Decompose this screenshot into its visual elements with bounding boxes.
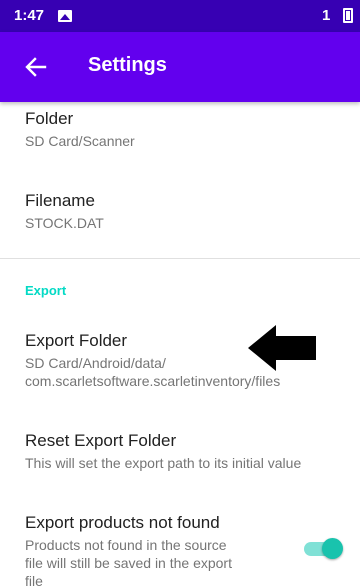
arrow-back-icon (25, 57, 47, 77)
pointer-arrow-icon (248, 325, 316, 371)
pref-export-folder-summary-line2: com.scarletsoftware.scarletinventory/fil… (25, 373, 281, 389)
pref-folder-summary: SD Card/Scanner (25, 133, 135, 149)
image-notification-icon (58, 10, 72, 22)
export-not-found-toggle[interactable] (304, 537, 344, 561)
status-bar: 1:47 1 (0, 0, 360, 32)
battery-icon (343, 8, 353, 23)
pref-reset-export-folder[interactable]: Reset Export Folder This will set the ex… (25, 430, 340, 472)
settings-list[interactable]: Folder SD Card/Scanner Filename STOCK.DA… (0, 102, 360, 587)
pref-filename-title: Filename (25, 191, 95, 210)
app-bar: Settings (0, 32, 360, 102)
pref-export-not-found-summary-line2: file will still be saved in the export (25, 555, 232, 571)
pref-folder[interactable]: Folder SD Card/Scanner (25, 108, 340, 150)
pref-filename-summary: STOCK.DAT (25, 215, 104, 231)
pref-export-not-found-summary-line3: file (25, 573, 43, 587)
pref-export-not-found[interactable]: Export products not found Products not f… (25, 512, 290, 587)
pref-filename[interactable]: Filename STOCK.DAT (25, 190, 340, 232)
pref-export-not-found-title: Export products not found (25, 513, 220, 532)
section-divider (0, 258, 360, 259)
pref-export-not-found-summary-line1: Products not found in the source (25, 537, 227, 553)
pref-folder-title: Folder (25, 109, 74, 128)
sim-indicator: 1 (322, 7, 331, 24)
pref-reset-export-folder-summary: This will set the export path to its ini… (25, 455, 302, 471)
export-category-header: Export (25, 283, 67, 298)
page-title: Settings (88, 54, 167, 76)
pref-reset-export-folder-title: Reset Export Folder (25, 431, 177, 450)
status-time: 1:47 (14, 7, 45, 24)
back-button[interactable] (18, 50, 52, 84)
toggle-thumb (322, 538, 343, 559)
